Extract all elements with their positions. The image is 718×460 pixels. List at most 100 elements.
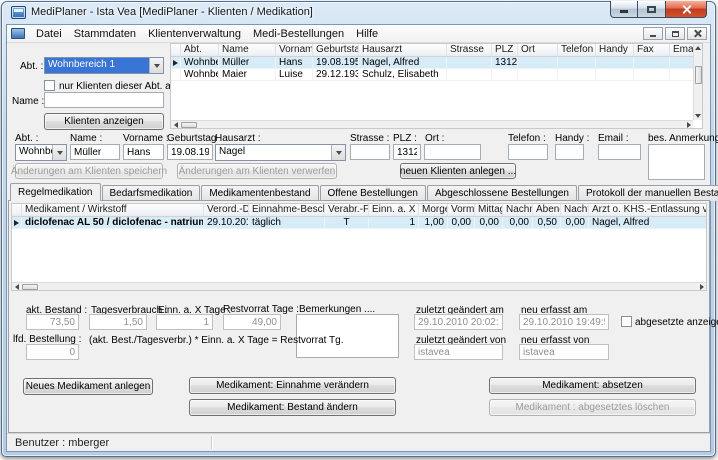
telefon-field[interactable] xyxy=(508,144,548,160)
col-ort[interactable]: Ort xyxy=(518,44,558,56)
arrow-right-icon[interactable] xyxy=(697,283,706,291)
discontinue-medication-button[interactable]: Medikament: absetzen xyxy=(489,377,696,394)
vorname-field[interactable] xyxy=(123,144,164,160)
table-cell: Maier xyxy=(219,69,276,80)
col-abt[interactable]: Abt. xyxy=(181,44,219,56)
medication-table-hscrollbar[interactable] xyxy=(12,282,706,290)
new-medication-button[interactable]: Neues Medikament anlegen xyxy=(23,378,153,395)
abt-filter-value: Wohnbereich 1 xyxy=(45,58,149,73)
client-row-maier[interactable]: Wohnbere Maier Luise 29.12.1935 Schulz, … xyxy=(171,69,702,81)
geburtstag-field[interactable] xyxy=(167,144,213,160)
col-fax[interactable]: Fax xyxy=(634,44,670,56)
menu-medi-bestellungen[interactable]: Medi-Bestellungen xyxy=(247,27,350,41)
change-stock-button[interactable]: Medikament: Bestand ändern xyxy=(189,399,396,416)
show-clients-button[interactable]: Klienten anzeigen xyxy=(44,113,164,130)
abt-filter-combo[interactable]: Wohnbereich 1 xyxy=(44,57,164,74)
col-geburtstag[interactable]: Geburtstag xyxy=(313,44,359,56)
col-plz[interactable]: PLZ xyxy=(492,44,518,56)
menu-hilfe[interactable]: Hilfe xyxy=(350,27,384,41)
mdi-close-button[interactable] xyxy=(687,27,707,40)
abt-combo[interactable]: Wohnbereich xyxy=(15,144,67,161)
menu-klientenverwaltung[interactable]: Klientenverwaltung xyxy=(142,27,247,41)
col-hausarzt[interactable]: Hausarzt xyxy=(359,44,447,56)
col-morgen[interactable]: Morgen xyxy=(419,204,448,216)
arrow-up-icon[interactable] xyxy=(694,44,703,52)
email-field[interactable] xyxy=(598,144,641,160)
vscroll-thumb[interactable] xyxy=(695,66,702,84)
minimize-button[interactable] xyxy=(610,1,638,18)
col-handy[interactable]: Handy xyxy=(596,44,634,56)
medication-row-diclofenac[interactable]: diclofenac AL 50 / diclofenac - natrium … xyxy=(12,217,706,229)
only-dept-checkbox[interactable] xyxy=(44,80,55,91)
window-title: MediPlaner - Ista Vea [MediPlaner - Klie… xyxy=(31,6,313,18)
col-verabr-form[interactable]: Verabr.-Form xyxy=(325,204,369,216)
tab-medikamentenbestand[interactable]: Medikamentenbestand xyxy=(201,185,318,201)
anmerkungen-textarea[interactable] xyxy=(648,144,705,180)
arrow-right-icon[interactable] xyxy=(684,121,693,129)
tab-offene-bestellungen[interactable]: Offene Bestellungen xyxy=(320,185,426,201)
col-einnahme-beschreibung[interactable]: Einnahme-Beschreibung xyxy=(249,204,325,216)
ort-field[interactable] xyxy=(424,144,481,160)
col-strasse[interactable]: Strasse xyxy=(447,44,492,56)
col-vorm[interactable]: Vorm. xyxy=(448,204,475,216)
col-name[interactable]: Name xyxy=(219,44,276,56)
chevron-down-icon[interactable] xyxy=(149,58,163,73)
change-intake-button[interactable]: Medikament: Einnahme verändern xyxy=(189,377,396,394)
save-client-button[interactable]: Änderungen am Klienten speichern xyxy=(15,163,163,179)
table-cell: 1,00 xyxy=(419,217,448,228)
col-nacht[interactable]: Nacht xyxy=(561,204,589,216)
chevron-down-icon[interactable] xyxy=(331,145,345,160)
menu-stammdaten[interactable]: Stammdaten xyxy=(68,27,142,41)
client-row-mueller[interactable]: Wohnbere Müller Hans 19.08.1953 Nagel, A… xyxy=(171,57,702,69)
table-cell: Schulz, Elisabeth xyxy=(359,69,447,80)
discard-client-button[interactable]: Änderungen am Klienten verwerfen xyxy=(177,163,337,179)
client-table-hscrollbar[interactable] xyxy=(171,120,693,128)
menu-datei[interactable]: Datei xyxy=(30,27,68,41)
col-medikament[interactable]: Medikament / Wirkstoff xyxy=(22,204,204,216)
arrow-left-icon[interactable] xyxy=(12,283,21,291)
abgesetzte-checkbox[interactable] xyxy=(621,316,632,327)
client-table-vscrollbar[interactable] xyxy=(693,44,702,120)
col-abend[interactable]: Abend xyxy=(533,204,561,216)
strasse-label: Strasse : xyxy=(350,133,389,144)
new-client-button[interactable]: neuen Klienten anlegen ... xyxy=(400,163,516,179)
col-einn-x-tage[interactable]: Einn. a. X Tage xyxy=(369,204,419,216)
col-telefon[interactable]: Telefon xyxy=(558,44,596,56)
col-verord-dat[interactable]: Verord.-Dat. xyxy=(204,204,249,216)
table-cell xyxy=(634,57,670,68)
handy-field[interactable] xyxy=(555,144,584,160)
table-cell: 0,00 xyxy=(503,217,533,228)
chevron-down-icon[interactable] xyxy=(52,145,66,160)
mdi-restore-button[interactable] xyxy=(665,27,685,40)
hscroll-thumb[interactable] xyxy=(181,122,197,128)
arrow-left-icon[interactable] xyxy=(171,121,180,129)
table-cell: Wohnbere xyxy=(181,57,219,68)
tab-protokoll-bestands-aenderungen[interactable]: Protokoll der manuellen Bestands-Änderun… xyxy=(578,185,718,201)
name-filter-input[interactable] xyxy=(44,92,164,108)
hausarzt-value: Nagel xyxy=(216,145,331,160)
col-nachm[interactable]: Nachm. xyxy=(503,204,533,216)
strasse-field[interactable] xyxy=(350,144,390,160)
delete-discontinued-button[interactable]: Medikament : abgesetztes löschen xyxy=(489,399,696,416)
tab-bedarfsmedikation[interactable]: Bedarfsmedikation xyxy=(102,185,201,201)
mdi-minimize-button[interactable] xyxy=(643,27,663,40)
maximize-button[interactable] xyxy=(638,1,665,18)
tab-regelmedikation[interactable]: Regelmedikation xyxy=(10,183,101,201)
col-arzt-verordnet[interactable]: Arzt o. KHS.-Entlassung verordnet xyxy=(589,204,707,216)
plz-field[interactable] xyxy=(393,144,421,160)
col-mittag[interactable]: Mittag xyxy=(475,204,503,216)
mdi-window-icon[interactable] xyxy=(11,28,25,39)
name-field[interactable] xyxy=(70,144,120,160)
close-button[interactable] xyxy=(665,1,707,18)
col-vorname[interactable]: Vorname xyxy=(276,44,313,56)
tab-abgeschlossene-bestellungen[interactable]: Abgeschlossene Bestellungen xyxy=(427,185,577,201)
table-cell xyxy=(518,57,558,68)
restore-icon xyxy=(672,31,679,37)
hausarzt-combo[interactable]: Nagel xyxy=(215,144,346,161)
lfd-bestellung-field xyxy=(26,344,79,360)
arrow-down-icon[interactable] xyxy=(694,112,703,120)
hscroll-thumb[interactable] xyxy=(22,284,38,290)
menu-bar: Datei Stammdaten Klientenverwaltung Medi… xyxy=(7,25,710,43)
restvorrat-formula: (akt. Best./Tagesverbr.) * Einn. a. X Ta… xyxy=(89,335,343,346)
title-bar[interactable]: MediPlaner - Ista Vea [MediPlaner - Klie… xyxy=(2,2,715,24)
